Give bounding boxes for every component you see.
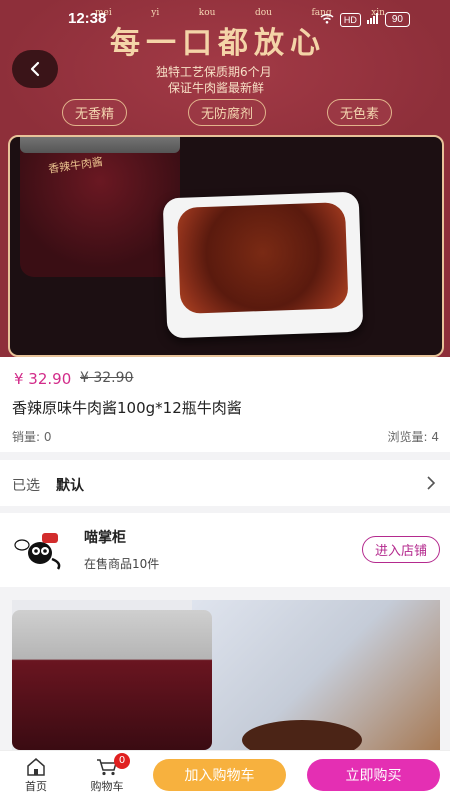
status-bar: 12:38 HD 90 xyxy=(0,10,450,32)
spec-label: 已选 xyxy=(12,478,40,494)
shop-name: 喵掌柜 xyxy=(84,530,126,546)
network-type-badge: HD xyxy=(339,12,361,27)
nav-cart-label: 购物车 xyxy=(90,780,124,793)
home-icon xyxy=(27,758,45,776)
bottom-action-bar: 首页 0 购物车 加入购物车 立即购买 xyxy=(0,750,450,801)
enter-shop-button[interactable]: 进入店铺 xyxy=(361,536,440,563)
nav-home[interactable]: 首页 xyxy=(20,758,52,794)
status-time: 12:38 xyxy=(68,10,107,27)
banner-subtitle-line1: 独特工艺保质期6个月 xyxy=(156,65,272,79)
chevron-right-icon xyxy=(427,476,436,490)
jar-lid xyxy=(20,137,180,153)
product-title: 香辣原味牛肉酱100g*12瓶牛肉酱 xyxy=(12,399,242,417)
signal-icon xyxy=(366,12,379,27)
current-price: ¥ 32.90 xyxy=(14,370,72,388)
beef-sauce xyxy=(176,202,349,314)
original-price: ¥ 32.90 xyxy=(80,370,134,386)
cart-badge: 0 xyxy=(114,753,130,769)
wifi-icon xyxy=(320,13,334,27)
status-icons: HD 90 xyxy=(320,12,410,27)
product-info: ¥ 32.90 ¥ 32.90 香辣原味牛肉酱100g*12瓶牛肉酱 销量: 0… xyxy=(0,357,450,452)
sales-count: 销量: 0 xyxy=(12,430,52,444)
feature-tag: 无防腐剂 xyxy=(187,99,266,126)
battery-indicator: 90 xyxy=(384,12,410,27)
sauce-jar: 香辣牛肉酱 xyxy=(20,137,180,277)
sauce-dish xyxy=(162,191,364,339)
nav-cart[interactable]: 0 购物车 xyxy=(88,753,130,794)
detail-jar xyxy=(12,610,212,750)
shop-logo-cat-icon xyxy=(14,533,61,570)
spec-value: 默认 xyxy=(56,478,84,494)
product-banner: mei yi kou dou fang xin 每一口都放心 12:38 HD … xyxy=(0,0,450,357)
shop-card: 喵掌柜 在售商品10件 进入店铺 xyxy=(0,513,450,587)
shop-goods-count: 在售商品10件 xyxy=(84,557,160,571)
jar-label: 香辣牛肉酱 xyxy=(47,155,104,176)
banner-subtitle-line2: 保证牛肉酱最新鲜 xyxy=(168,81,265,95)
view-count: 浏览量: 4 xyxy=(387,430,440,444)
spec-selector[interactable]: 已选 默认 xyxy=(0,460,450,506)
feature-tag: 无香精 xyxy=(62,99,128,126)
buy-now-button[interactable]: 立即购买 xyxy=(307,759,440,791)
add-to-cart-button[interactable]: 加入购物车 xyxy=(153,759,286,791)
back-button[interactable] xyxy=(12,50,58,88)
product-detail-image xyxy=(12,600,440,750)
feature-tags: 无香精 无防腐剂 无色素 xyxy=(62,99,392,126)
nav-home-label: 首页 xyxy=(25,780,47,793)
feature-tag: 无色素 xyxy=(326,99,392,126)
chevron-left-icon xyxy=(30,61,40,77)
product-photo: 香辣牛肉酱 xyxy=(8,135,444,357)
